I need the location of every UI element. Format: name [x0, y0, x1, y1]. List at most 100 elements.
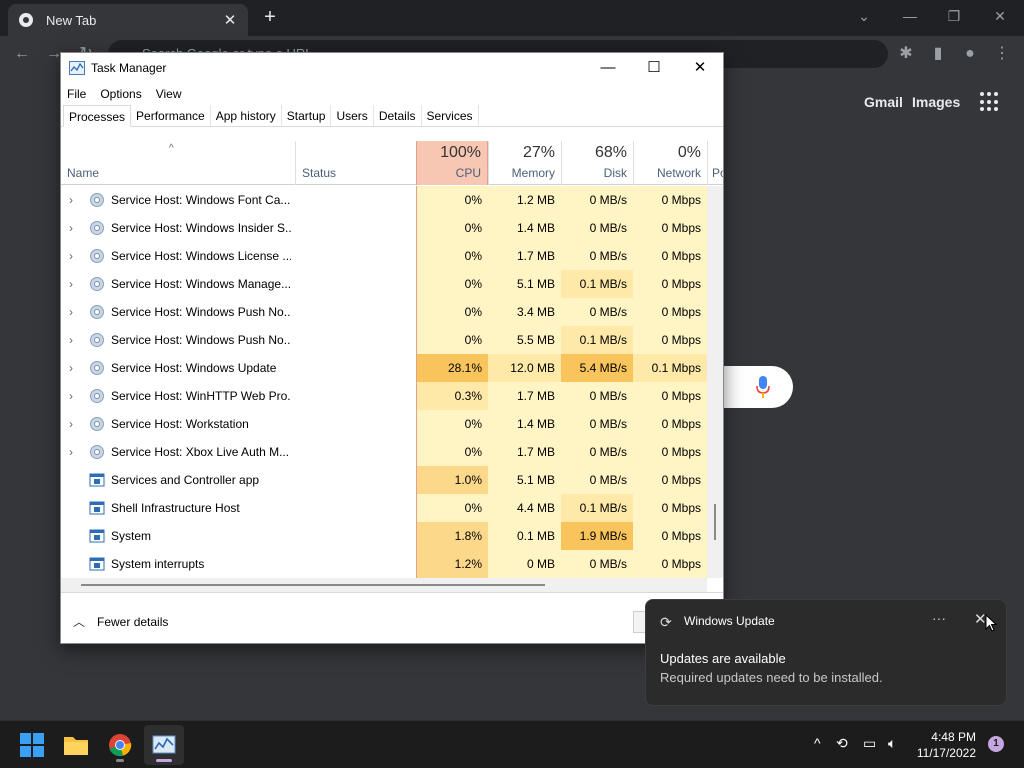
expand-chevron-icon[interactable]: › [69, 193, 73, 207]
tab-users[interactable]: Users [331, 105, 374, 126]
more-options-icon[interactable]: ··· [932, 610, 946, 626]
tab-close-icon[interactable]: ✕ [222, 11, 238, 29]
maximize-button[interactable]: ☐ [631, 53, 677, 83]
file-explorer-button[interactable] [56, 725, 96, 765]
expand-chevron-icon[interactable]: › [69, 249, 73, 263]
expand-chevron-icon[interactable]: › [69, 305, 73, 319]
network-value: 0 Mbps [633, 186, 707, 214]
column-disk[interactable]: 68% Disk [561, 141, 633, 185]
expand-chevron-icon[interactable]: › [69, 333, 73, 347]
extensions-icon[interactable]: ✱ [896, 44, 916, 64]
process-row[interactable]: › Service Host: Windows Manage... 0% 5.1 MB… [61, 270, 707, 298]
process-row[interactable]: Shell Infrastructure Host 0% 4.4 MB 0.1 MB/… [61, 494, 707, 522]
process-row[interactable]: › Service Host: Windows Font Ca... 0% 1.2 M… [61, 186, 707, 214]
expand-chevron-icon[interactable]: › [69, 389, 73, 403]
process-row[interactable]: › Service Host: Workstation 0% 1.4 MB 0 MB/s… [61, 410, 707, 438]
process-row[interactable]: › Service Host: WinHTTP Web Pro... 0.3% 1.7… [61, 382, 707, 410]
task-manager-titlebar[interactable]: Task Manager — ☐ ✕ [61, 53, 723, 83]
chrome-tab[interactable]: New Tab ✕ [8, 4, 248, 36]
chrome-minimize-button[interactable]: — [890, 4, 930, 28]
network-value: 0 Mbps [633, 438, 707, 466]
start-button[interactable] [12, 725, 52, 765]
cpu-value: 0% [416, 298, 488, 326]
tab-services[interactable]: Services [422, 105, 479, 126]
process-row[interactable]: › Service Host: Windows Insider S... 0% 1.4… [61, 214, 707, 242]
expand-chevron-icon[interactable]: › [69, 221, 73, 235]
chrome-running-indicator [116, 759, 124, 762]
cpu-value: 0% [416, 438, 488, 466]
process-name: Service Host: Xbox Live Auth M... [111, 445, 290, 459]
google-apps-icon[interactable] [980, 92, 1000, 112]
tab-search-icon[interactable]: ⌄ [844, 4, 884, 28]
update-status-icon[interactable]: ⟲ [836, 735, 848, 752]
window-title: Task Manager [91, 61, 167, 75]
vertical-scroll-thumb[interactable] [714, 504, 716, 540]
network-icon[interactable]: ▭ [863, 735, 876, 752]
profile-icon[interactable]: ● [960, 44, 980, 64]
tab-startup[interactable]: Startup [282, 105, 332, 126]
cpu-value: 1.8% [416, 522, 488, 550]
process-name: System interrupts [111, 557, 205, 571]
column-cpu[interactable]: 100% CPU [416, 141, 488, 185]
disk-value: 0 MB/s [561, 466, 633, 494]
gmail-link[interactable]: Gmail [864, 94, 903, 110]
process-row[interactable]: System interrupts 1.2% 0 MB 0 MB/s 0 Mbps [61, 550, 707, 578]
disk-value: 0.1 MB/s [561, 270, 633, 298]
process-row[interactable]: › Service Host: Windows Push No... 0% 5.5 M… [61, 326, 707, 354]
menu-options[interactable]: Options [100, 87, 141, 101]
cpu-value: 0% [416, 326, 488, 354]
expand-chevron-icon[interactable]: › [69, 361, 73, 375]
images-link[interactable]: Images [912, 94, 960, 110]
vertical-scrollbar[interactable] [707, 186, 723, 578]
network-value: 0 Mbps [633, 242, 707, 270]
windows-update-notification[interactable]: ⟳ Windows Update ··· ✕ Updates are avail… [645, 599, 1007, 706]
notification-center-badge[interactable]: 1 [988, 736, 1004, 752]
column-name[interactable]: ^ Name [61, 141, 295, 185]
tab-details[interactable]: Details [374, 105, 422, 126]
network-value: 0 Mbps [633, 298, 707, 326]
process-row[interactable]: System 1.8% 0.1 MB 1.9 MB/s 0 Mbps [61, 522, 707, 550]
expand-chevron-icon[interactable]: › [69, 277, 73, 291]
service-gear-icon [90, 389, 104, 403]
chrome-close-button[interactable]: ✕ [980, 4, 1020, 28]
process-name: Service Host: Windows Push No... [111, 305, 291, 319]
sync-icon: ⟳ [660, 614, 672, 630]
side-panel-icon[interactable]: ▮ [928, 44, 948, 64]
network-value: 0.1 Mbps [633, 354, 707, 382]
tab-app-history[interactable]: App history [211, 105, 282, 126]
folder-icon [64, 737, 88, 755]
show-hidden-icons[interactable]: ^ [814, 735, 821, 751]
process-row[interactable]: › Service Host: Xbox Live Auth M... 0% 1.7 … [61, 438, 707, 466]
menu-view[interactable]: View [156, 87, 182, 101]
chrome-menu-icon[interactable]: ⋮ [992, 44, 1012, 64]
expand-chevron-icon[interactable]: › [69, 417, 73, 431]
minimize-button[interactable]: — [585, 53, 631, 83]
new-tab-button[interactable]: + [258, 6, 282, 30]
expand-chevron-icon[interactable]: › [69, 445, 73, 459]
clock[interactable]: 4:48 PM 11/17/2022 [910, 729, 976, 761]
horizontal-scrollbar[interactable] [61, 578, 707, 592]
close-button[interactable]: ✕ [677, 53, 723, 83]
column-network[interactable]: 0% Network [633, 141, 707, 185]
volume-icon[interactable]: 🔈︎ [888, 735, 896, 752]
windows-logo-icon [20, 733, 44, 757]
service-gear-icon [90, 249, 104, 263]
process-row[interactable]: Services and Controller app 1.0% 5.1 MB 0 M… [61, 466, 707, 494]
process-row[interactable]: › Service Host: Windows Push No... 0% 3.4 M… [61, 298, 707, 326]
tab-performance[interactable]: Performance [131, 105, 211, 126]
voice-search-icon[interactable] [756, 376, 770, 398]
column-power-partial[interactable]: Po [707, 141, 723, 185]
tab-processes[interactable]: Processes [63, 105, 132, 127]
cpu-value: 28.1% [416, 354, 488, 382]
fewer-details-button[interactable]: ︿ Fewer details [73, 613, 168, 630]
horizontal-scroll-thumb[interactable] [81, 584, 545, 586]
process-row[interactable]: › Service Host: Windows Update 28.1% 12.0 M… [61, 354, 707, 382]
memory-value: 1.7 MB [488, 382, 561, 410]
chrome-restore-button[interactable]: ❐ [934, 4, 974, 28]
process-row[interactable]: › Service Host: Windows License ... 0% 1.7 … [61, 242, 707, 270]
back-icon[interactable]: ← [12, 44, 32, 64]
menu-bar: File Options View [61, 83, 723, 105]
column-memory[interactable]: 27% Memory [488, 141, 561, 185]
menu-file[interactable]: File [67, 87, 86, 101]
column-status[interactable]: Status [295, 141, 416, 185]
